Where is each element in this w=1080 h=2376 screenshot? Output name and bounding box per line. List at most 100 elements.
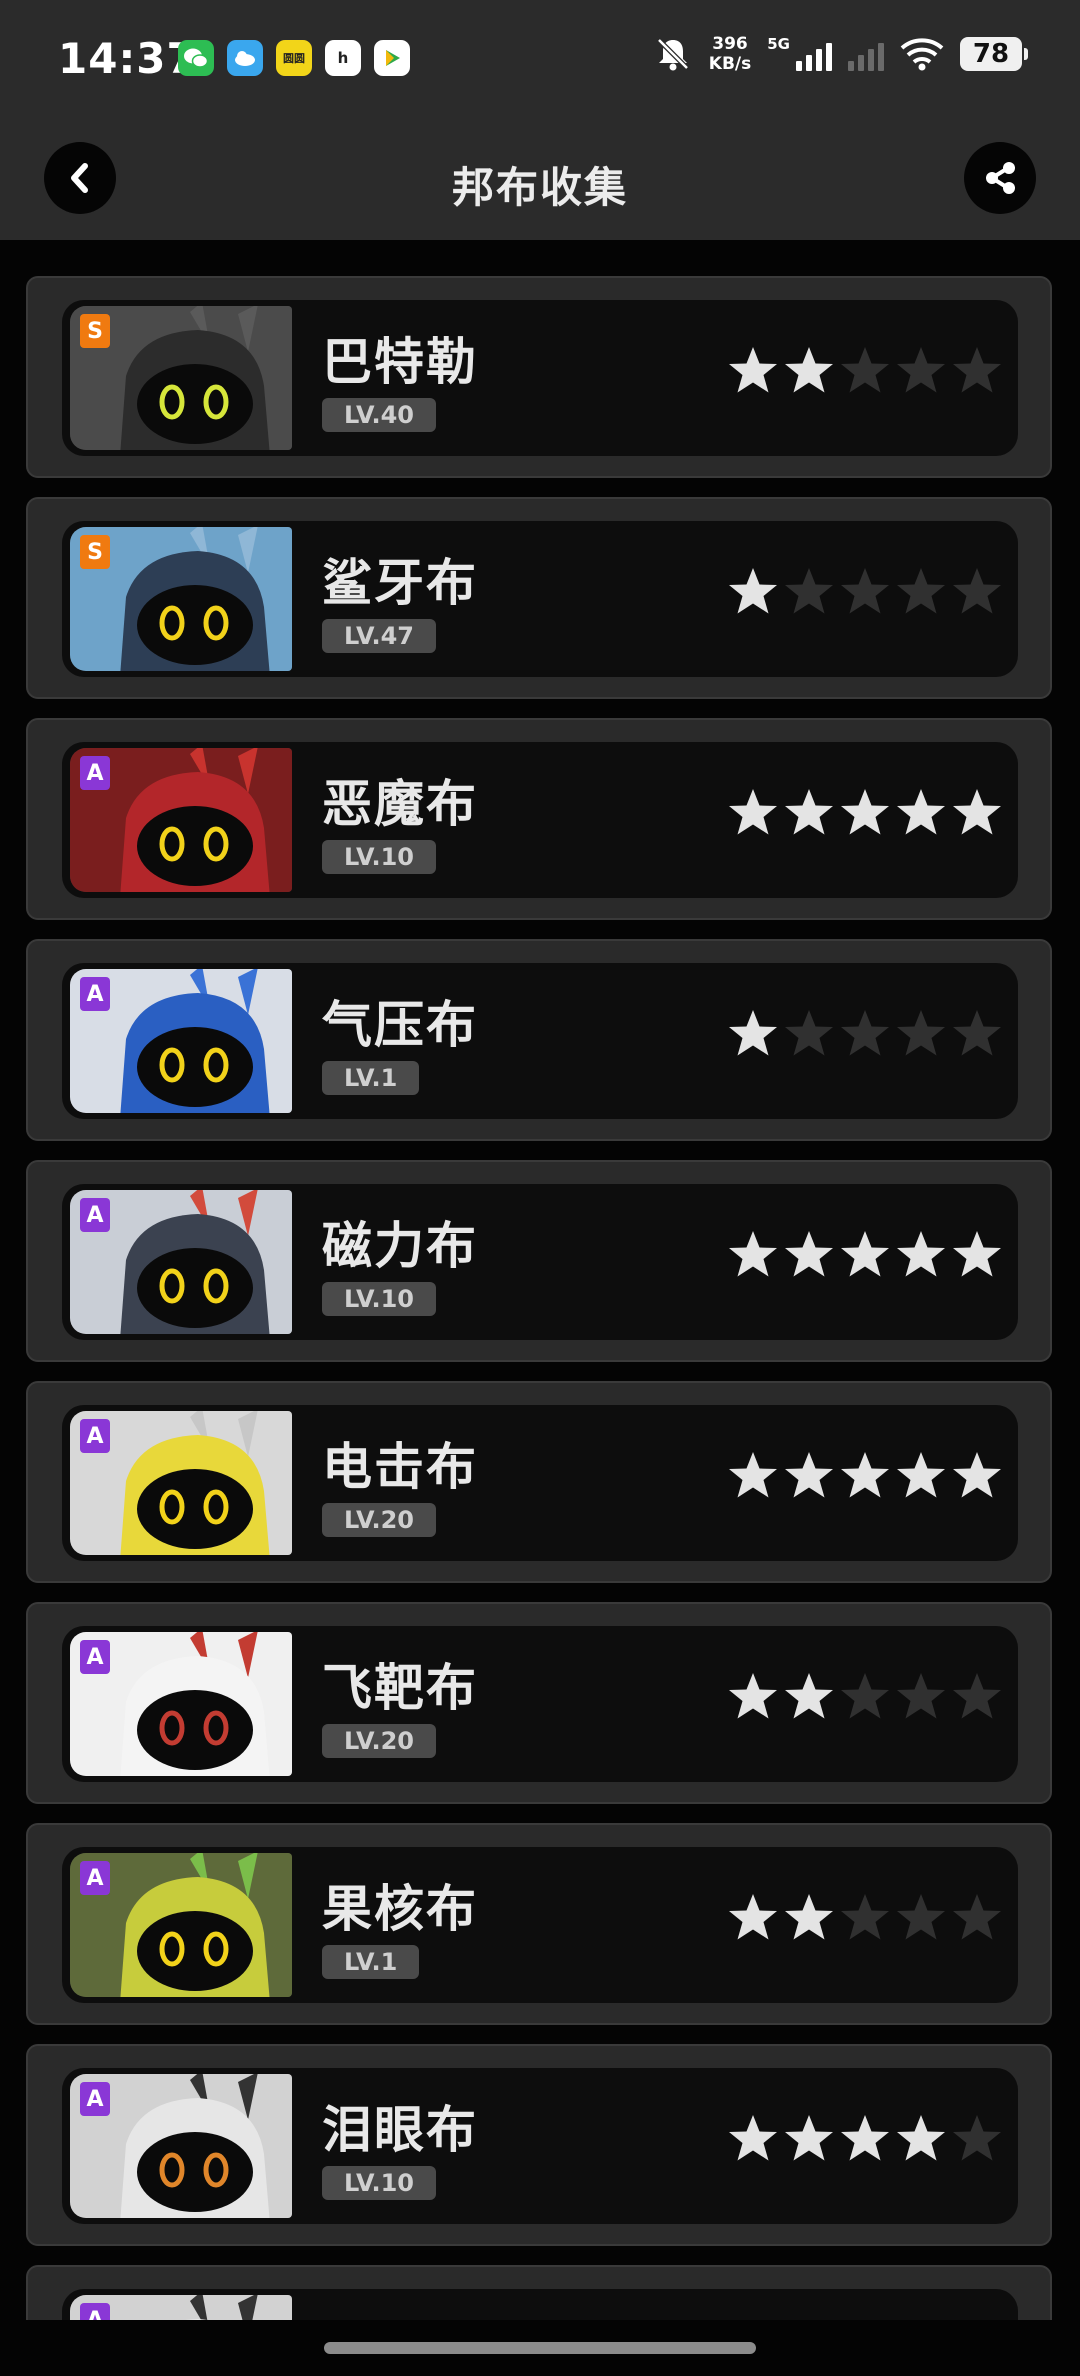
h-app-icon: h [325,40,361,76]
top-bar: 14:37 圆圆 h 396 KB/s 5G 78 邦布收集 [0,0,1080,240]
rank-badge: A [80,977,110,1011]
star-empty-icon [841,1673,889,1719]
star-rating [726,1891,1004,1945]
bangboo-card-inner: A 泪眼布 LV.10 [62,2068,1018,2224]
star-rating [726,1449,1004,1503]
star-empty-icon [841,347,889,393]
bangboo-name: 巴特勒 [322,333,478,391]
bangboo-name: 果核布 [322,1880,478,1938]
star-filled-icon [841,1452,889,1498]
star-empty-icon [841,1010,889,1056]
sharkboo-portrait: S [70,527,292,671]
bangboo-name: 磁力布 [322,1217,478,1275]
bangboo-card-inner: S 鲨牙布 LV.47 [62,521,1018,677]
star-rating [726,565,1004,619]
star-empty-icon [897,568,945,614]
star-filled-icon [841,1231,889,1277]
rank-badge: A [80,1861,110,1895]
play-app-icon [374,40,410,76]
rank-badge: A [80,1419,110,1453]
star-filled-icon [953,1231,1001,1277]
status-time: 14:37 [58,34,197,83]
bangboo-card-inner: A 恶魔布 LV.10 [62,742,1018,898]
status-bar: 14:37 圆圆 h 396 KB/s 5G 78 [0,0,1080,118]
rank-badge: A [80,2303,110,2320]
bangboo-card-inner: A [62,2289,1018,2320]
bangboo-card[interactable]: A 气压布 LV.1 [26,939,1052,1141]
star-filled-icon [785,347,833,393]
star-rating [726,2112,1004,2166]
rank-badge: A [80,1198,110,1232]
share-icon [986,162,1015,194]
bangboo-card-inner: A 电击布 LV.20 [62,1405,1018,1561]
star-empty-icon [953,2115,1001,2161]
bangboo-name: 电击布 [322,1438,478,1496]
rank-badge: S [80,535,110,569]
star-rating [726,786,1004,840]
net-speed-unit: KB/s [708,54,752,74]
star-filled-icon [785,1673,833,1719]
bangboo-card[interactable]: A 泪眼布 LV.10 [26,2044,1052,2246]
wechat-icon [178,40,214,76]
star-empty-icon [785,568,833,614]
airboo-portrait: A [70,969,292,1113]
level-badge: LV.20 [322,1503,436,1537]
level-badge: LV.47 [322,619,436,653]
star-empty-icon [953,1010,1001,1056]
devilboo-portrait: A [70,748,292,892]
bangboo-list[interactable]: S 巴特勒 LV.40 S 鲨牙布 LV.47 A 恶魔布 LV.10 A 气压布 LV.1 [26,276,1054,2320]
star-filled-icon [785,1231,833,1277]
system-icons: 396 KB/s 5G 78 [653,34,1028,74]
signal-2-icon [848,37,884,71]
rank-badge: A [80,1640,110,1674]
star-filled-icon [729,1010,777,1056]
star-filled-icon [953,789,1001,835]
bangboo-name: 鲨牙布 [322,554,478,612]
star-rating [726,1007,1004,1061]
rank-badge: S [80,314,110,348]
cloud-app-icon [227,40,263,76]
star-empty-icon [841,1894,889,1940]
bangboo-card-inner: A 磁力布 LV.10 [62,1184,1018,1340]
star-filled-icon [729,347,777,393]
bangboo-name: 气压布 [322,996,478,1054]
star-filled-icon [729,1452,777,1498]
bangboo-card[interactable]: A 电击布 LV.20 [26,1381,1052,1583]
bangboo-card[interactable]: A [26,2265,1052,2320]
level-badge: LV.1 [322,1061,420,1095]
notification-icons: 圆圆 h [178,40,410,76]
home-indicator[interactable] [324,2342,756,2354]
star-empty-icon [785,1010,833,1056]
star-filled-icon [729,1231,777,1277]
level-badge: LV.1 [322,1945,420,1979]
star-filled-icon [953,1452,1001,1498]
star-filled-icon [729,568,777,614]
bangboo-card[interactable]: S 巴特勒 LV.40 [26,276,1052,478]
star-empty-icon [897,1010,945,1056]
ticket-app-icon: 圆圆 [276,40,312,76]
star-filled-icon [897,1452,945,1498]
star-empty-icon [953,1894,1001,1940]
star-filled-icon [841,2115,889,2161]
star-empty-icon [953,1673,1001,1719]
share-button[interactable] [964,142,1036,214]
network-type: 5G [767,35,790,53]
bangboo-card[interactable]: S 鲨牙布 LV.47 [26,497,1052,699]
butler-portrait: S [70,306,292,450]
star-filled-icon [897,789,945,835]
partial-portrait: A [70,2295,292,2320]
bangboo-name: 飞靶布 [322,1659,478,1717]
star-empty-icon [953,347,1001,393]
bangboo-card[interactable]: A 磁力布 LV.10 [26,1160,1052,1362]
tearboo-portrait: A [70,2074,292,2218]
bangboo-card[interactable]: A 恶魔布 LV.10 [26,718,1052,920]
fruitboo-portrait: A [70,1853,292,1997]
star-filled-icon [729,789,777,835]
bangboo-card[interactable]: A 果核布 LV.1 [26,1823,1052,2025]
rank-badge: A [80,756,110,790]
star-empty-icon [897,1894,945,1940]
star-filled-icon [729,1673,777,1719]
star-empty-icon [841,568,889,614]
bangboo-card-inner: A 飞靶布 LV.20 [62,1626,1018,1782]
bangboo-card[interactable]: A 飞靶布 LV.20 [26,1602,1052,1804]
